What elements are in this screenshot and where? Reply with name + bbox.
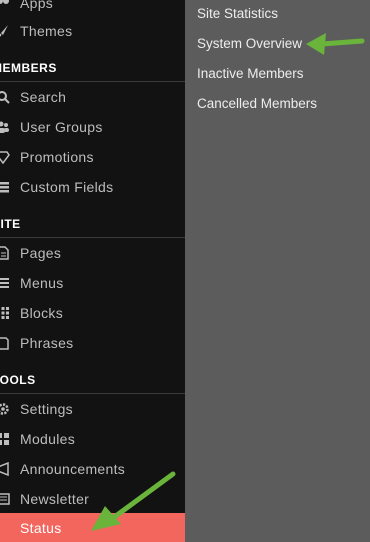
- section-label: MEMBERS: [0, 61, 57, 75]
- list-icon: [0, 179, 11, 195]
- sidebar-item-blocks[interactable]: Blocks: [0, 298, 185, 328]
- submenu-item-inactive-members[interactable]: Inactive Members: [197, 66, 304, 81]
- search-icon: [0, 89, 11, 105]
- sidebar-item-label: Apps: [20, 0, 54, 11]
- sidebar-item-promotions[interactable]: Promotions: [0, 142, 185, 172]
- section-label: TOOLS: [0, 373, 36, 387]
- sidebar-item-themes[interactable]: Themes: [0, 16, 185, 46]
- book-icon: [0, 335, 11, 351]
- section-site: SITE: [0, 211, 185, 238]
- sidebar-item-label: Search: [20, 89, 67, 105]
- sidebar-item-label: Status: [20, 520, 62, 536]
- section-members: MEMBERS: [0, 55, 185, 82]
- newsletter-icon: [0, 491, 11, 507]
- sidebar-item-search[interactable]: Search: [0, 82, 185, 112]
- blocks-icon: [0, 305, 11, 321]
- sidebar-item-label: Themes: [20, 23, 73, 39]
- sidebar-item-label: Menus: [20, 275, 64, 291]
- sidebar-item-modules[interactable]: Modules: [0, 424, 185, 454]
- sidebar-item-label: Settings: [20, 401, 73, 417]
- users-icon: [0, 119, 11, 135]
- menu-icon: [0, 275, 11, 291]
- sidebar-item-label: Custom Fields: [20, 179, 114, 195]
- status-submenu: Site Statistics System Overview Inactive…: [185, 0, 370, 542]
- sidebar-item-status[interactable]: Status: [0, 513, 185, 542]
- submenu-item-cancelled-members[interactable]: Cancelled Members: [197, 96, 317, 111]
- gear-icon: [0, 401, 11, 417]
- sidebar-item-label: Modules: [20, 431, 76, 447]
- sidebar-item-label: Promotions: [20, 149, 94, 165]
- sidebar-item-pages[interactable]: Pages: [0, 238, 185, 268]
- apps-icon: [0, 0, 11, 11]
- sidebar-item-label: Pages: [20, 245, 62, 261]
- submenu-item-system-overview[interactable]: System Overview: [197, 36, 302, 51]
- admin-sidebar: Apps Themes MEMBERS Search User Groups P…: [0, 0, 185, 542]
- sidebar-item-label: Blocks: [20, 305, 64, 321]
- section-label: SITE: [0, 217, 21, 231]
- page-icon: [0, 245, 11, 261]
- brush-icon: [0, 23, 11, 39]
- sidebar-item-user-groups[interactable]: User Groups: [0, 112, 185, 142]
- submenu-item-site-statistics[interactable]: Site Statistics: [197, 6, 278, 21]
- sidebar-item-label: User Groups: [20, 119, 103, 135]
- modules-icon: [0, 431, 11, 447]
- sidebar-item-announcements[interactable]: Announcements: [0, 454, 185, 484]
- sidebar-item-label: Announcements: [20, 461, 126, 477]
- megaphone-icon: [0, 461, 11, 477]
- diamond-icon: [0, 149, 11, 165]
- sidebar-item-menus[interactable]: Menus: [0, 268, 185, 298]
- sidebar-item-settings[interactable]: Settings: [0, 394, 185, 424]
- sidebar-item-label: Newsletter: [20, 491, 90, 507]
- sidebar-item-custom-fields[interactable]: Custom Fields: [0, 172, 185, 202]
- sidebar-item-phrases[interactable]: Phrases: [0, 328, 185, 358]
- sidebar-item-newsletter[interactable]: Newsletter: [0, 484, 185, 514]
- section-tools: TOOLS: [0, 367, 185, 394]
- sidebar-item-label: Phrases: [20, 335, 74, 351]
